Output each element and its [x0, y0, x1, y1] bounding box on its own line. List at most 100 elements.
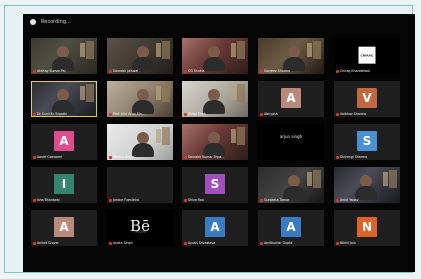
participant-tile[interactable]: N Nikhil Jain	[334, 210, 400, 246]
participant-name: Aastri Goswami	[33, 155, 95, 159]
participant-name-label: Ankit Yadav	[340, 198, 359, 202]
participant-name: Abhyash	[260, 112, 322, 116]
participant-tile[interactable]: Bē UNIQUE Arpita Singh	[107, 210, 173, 246]
participant-name-label: Shiva Rao	[188, 198, 204, 202]
background-shelf	[156, 86, 161, 100]
background-shelf	[162, 127, 170, 145]
avatar-initial: A	[54, 131, 74, 151]
participant-name-label: Akshay Kumar Pal	[37, 69, 66, 73]
participant-tile[interactable]: Sanjeev Sharma	[258, 38, 324, 74]
avatar-initial: A	[281, 88, 301, 108]
participant-tile[interactable]: Saurabh Kumar Tripa...	[182, 124, 248, 160]
participant-name-label: Prof. (Dr) Arun Sin...	[113, 112, 145, 116]
participant-tile[interactable]: S Shiva Rao	[182, 167, 248, 203]
participant-name: Shiva Rao	[184, 198, 246, 202]
participant-name-label: Shivangi Sharma	[340, 155, 368, 159]
mic-muted-icon	[336, 198, 339, 202]
participant-name: Vaibhav Sharma	[336, 112, 398, 116]
participant-name: Akshay Kumar Pal	[33, 69, 95, 73]
participant-tile[interactable]: A Aastri Goswami	[31, 124, 97, 160]
participant-name-label: Sanjeev Sharma	[264, 69, 291, 73]
avatar-initial: A	[205, 217, 225, 237]
participant-name-label: Vishnu Gupta	[113, 155, 135, 159]
participant-name: Shilpi Shah	[184, 112, 246, 116]
mic-muted-icon	[260, 241, 263, 245]
mic-muted-icon	[336, 69, 339, 73]
participant-tile[interactable]: A Abhyash	[258, 81, 324, 117]
recording-bar: Recording...	[23, 14, 415, 30]
mic-muted-icon	[260, 112, 263, 116]
mic-muted-icon	[336, 155, 339, 159]
mic-muted-icon	[260, 198, 263, 202]
mic-muted-icon	[33, 69, 36, 73]
participant-tile[interactable]: Vishnu Gupta	[107, 124, 173, 160]
avatar-initial: S	[357, 131, 377, 151]
avatar-initial: N	[357, 217, 377, 237]
background-shelf	[237, 127, 245, 145]
background-shelf	[307, 43, 312, 57]
participant-tile[interactable]: V Vaibhav Sharma	[334, 81, 400, 117]
participant-tile[interactable]: Prof. (Dr) Arun Sin...	[107, 81, 173, 117]
participant-name: Arpita Singh	[109, 241, 171, 245]
participant-name: CG Shukla	[184, 69, 246, 73]
avatar-initial: S	[205, 174, 225, 194]
participant-display-name: arjun singh	[279, 134, 303, 139]
recording-label: Recording...	[41, 19, 71, 25]
mic-muted-icon	[260, 69, 263, 73]
participant-name: Vishnu Gupta	[109, 155, 171, 159]
participant-name-label: Ayush Srivastava	[188, 241, 216, 245]
background-shelf	[86, 84, 94, 102]
participant-tile[interactable]: A Ayush Srivastava	[182, 210, 248, 246]
mic-muted-icon	[109, 69, 112, 73]
participant-tile[interactable]: I Isha Bhardwaj	[31, 167, 97, 203]
participant-name-label: Saurabh Jaiswal	[113, 69, 139, 73]
mic-muted-icon	[336, 112, 339, 116]
participant-tile[interactable]: arjun singh	[258, 124, 324, 160]
participant-name: Nikhil Jain	[336, 241, 398, 245]
background-shelf	[237, 84, 245, 102]
participant-name: Shivangi Sharma	[336, 155, 398, 159]
mic-muted-icon	[184, 69, 187, 73]
participant-tile[interactable]: Saurabh Jaiswal	[107, 38, 173, 74]
participant-tile[interactable]: Akshay Kumar Pal	[31, 38, 97, 74]
participant-name-label: Amitkumar Gupta	[264, 241, 293, 245]
participant-name-label: Abhyash	[264, 112, 278, 116]
participant-name: Amitkumar Gupta	[260, 241, 322, 245]
background-shelf	[231, 43, 236, 57]
mic-muted-icon	[33, 155, 36, 159]
mic-muted-icon	[184, 155, 187, 159]
mic-muted-icon	[336, 241, 339, 245]
participant-name: Saurabh Jaiswal	[109, 69, 171, 73]
background-shelf	[156, 129, 161, 143]
background-shelf	[162, 84, 170, 102]
avatar-initial: A	[54, 217, 74, 237]
participant-name-label: Jondur Fuenleira	[113, 198, 139, 202]
background-shelf	[86, 41, 94, 59]
participant-tile[interactable]: CHIRAG Chirag Khandelwal	[334, 38, 400, 74]
participant-name-label: Chirag Khandelwal	[340, 69, 370, 73]
avatar-initial: A	[281, 217, 301, 237]
participant-name: Ayush Srivastava	[184, 241, 246, 245]
participant-name-label: Saurabh Kumar Tripa...	[188, 155, 225, 159]
mic-muted-icon	[109, 155, 112, 159]
participant-name: Aniket Grover	[33, 241, 95, 245]
background-shelf	[307, 172, 312, 186]
mic-muted-icon	[184, 198, 187, 202]
participant-tile[interactable]: Jondur Fuenleira	[107, 167, 173, 203]
participant-tile[interactable]: Ankit Yadav	[334, 167, 400, 203]
participant-name: Saurabh Kumar Tripa...	[184, 155, 246, 159]
participant-name-label: Arpita Singh	[113, 241, 133, 245]
participant-name: Jondur Fuenleira	[109, 198, 171, 202]
participant-tile[interactable]: Dr Sunil Kr Tripathi	[31, 81, 97, 117]
mic-muted-icon	[184, 112, 187, 116]
participant-name-label: Nikhil Jain	[340, 241, 356, 245]
background-shelf	[162, 41, 170, 59]
participant-tile[interactable]: A Amitkumar Gupta	[258, 210, 324, 246]
participant-tile[interactable]: Gunjeeta Tomar	[258, 167, 324, 203]
participant-tile[interactable]: Shilpi Shah	[182, 81, 248, 117]
participant-tile[interactable]: S Shivangi Sharma	[334, 124, 400, 160]
participant-tile[interactable]: CG Shukla	[182, 38, 248, 74]
participant-tile[interactable]: A Aniket Grover	[31, 210, 97, 246]
participant-name: Prof. (Dr) Arun Sin...	[109, 112, 171, 116]
avatar-initial: V	[357, 88, 377, 108]
